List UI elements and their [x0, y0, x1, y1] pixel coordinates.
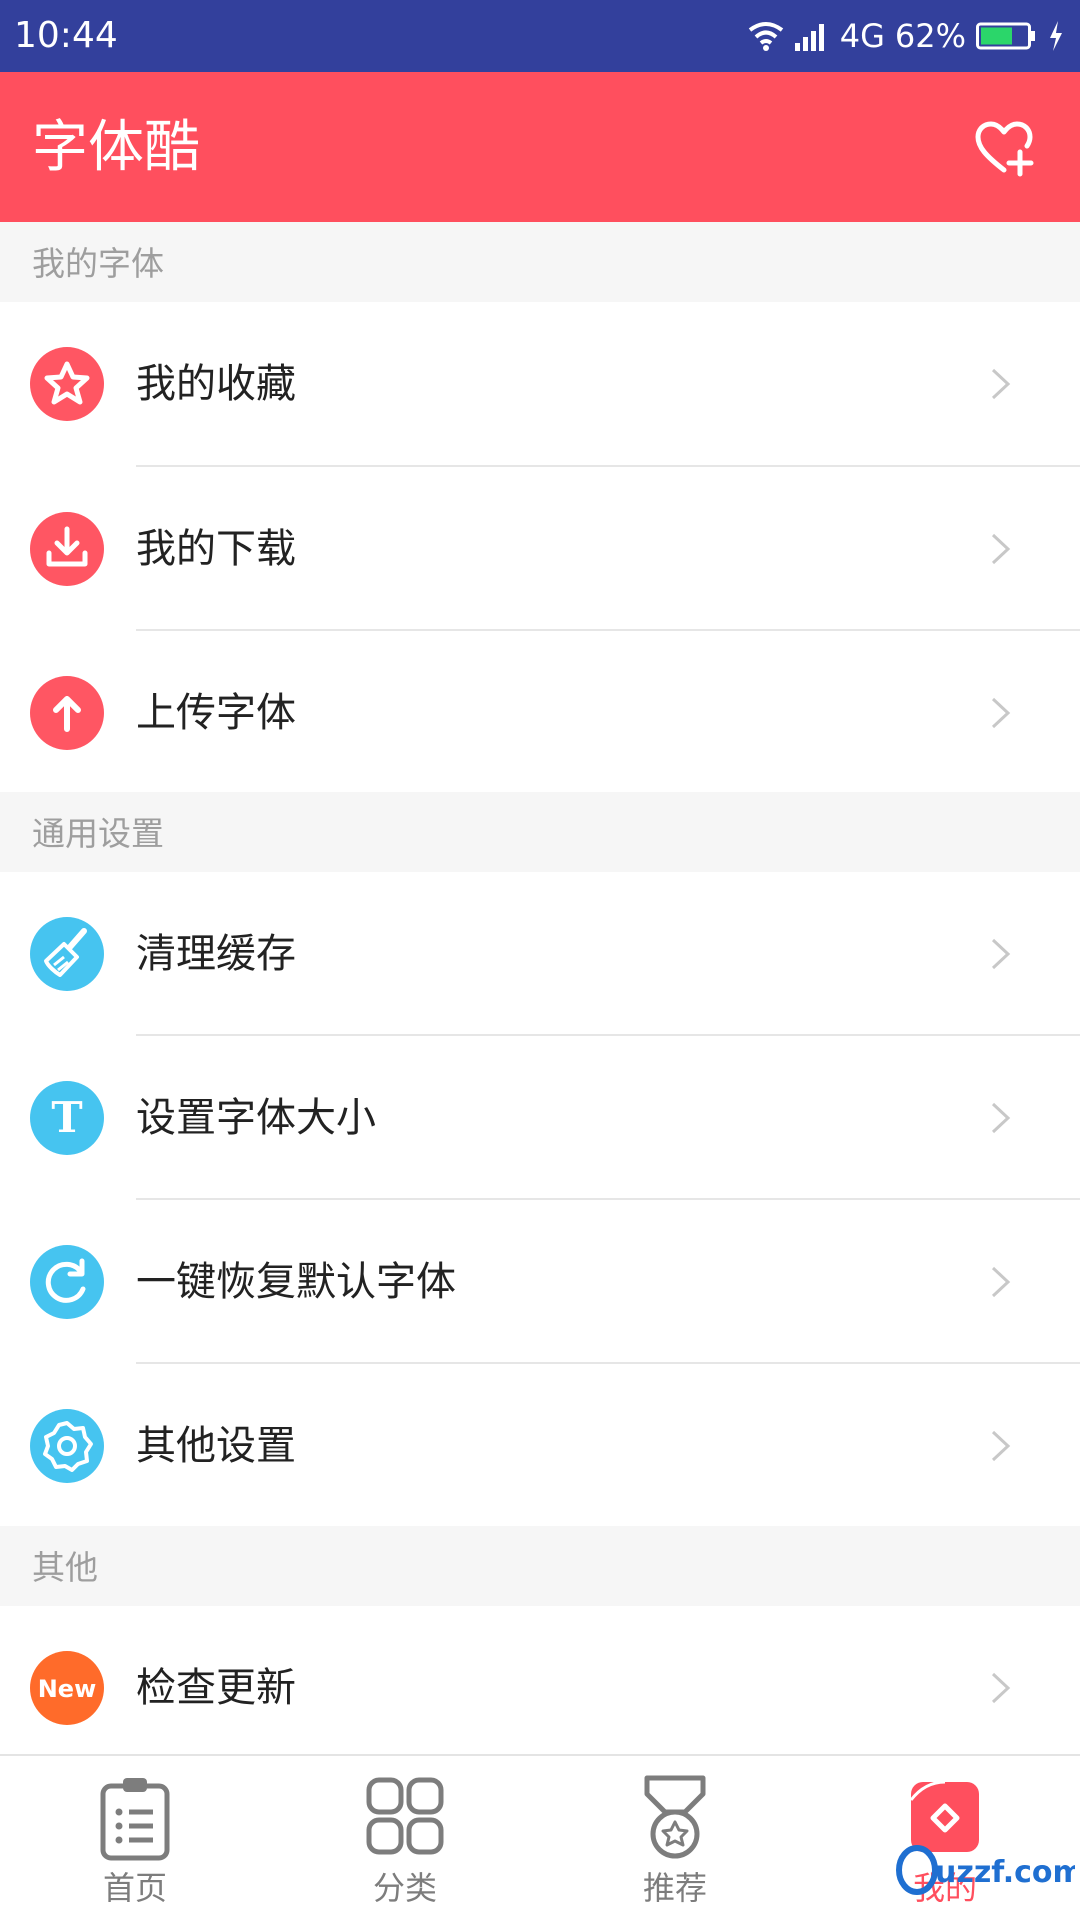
- font-t-icon: T: [30, 1081, 104, 1155]
- broom-icon: [30, 917, 104, 991]
- battery-icon: [976, 22, 1035, 50]
- menu-item-label: 我的收藏: [136, 361, 296, 407]
- charging-icon: [1050, 21, 1062, 51]
- section-header-general-settings: 通用设置: [0, 792, 1080, 872]
- grid-icon: [366, 1777, 444, 1855]
- battery-percent: 62%: [894, 17, 966, 55]
- star-icon: [30, 347, 104, 421]
- chevron-right-icon: [991, 1430, 1011, 1462]
- chevron-right-icon: [991, 697, 1011, 729]
- tab-label: 分类: [372, 1869, 437, 1907]
- menu-item-label: 一键恢复默认字体: [136, 1259, 456, 1305]
- tab-recommend[interactable]: 推荐: [540, 1756, 810, 1922]
- chevron-right-icon: [991, 533, 1011, 565]
- chevron-right-icon: [991, 938, 1011, 970]
- chevron-right-icon: [991, 1672, 1011, 1704]
- new-badge-text: New: [38, 1675, 97, 1703]
- chevron-right-icon: [991, 1266, 1011, 1298]
- section-title: 通用设置: [32, 814, 164, 853]
- menu-item-upload-font[interactable]: 上传字体: [0, 631, 1080, 795]
- tab-label: 推荐: [642, 1869, 707, 1907]
- menu-item-font-size[interactable]: T 设置字体大小: [0, 1036, 1080, 1200]
- watermark-text: uzzf.com: [935, 1855, 1075, 1890]
- chevron-right-icon: [991, 368, 1011, 400]
- section-header-my-fonts: 我的字体: [0, 222, 1080, 302]
- heart-plus-icon: [975, 121, 1034, 177]
- menu-item-label: 我的下载: [136, 526, 296, 572]
- favorite-add-button[interactable]: [972, 116, 1036, 180]
- upload-icon: [30, 676, 104, 750]
- download-icon: [30, 512, 104, 586]
- tab-home[interactable]: 首页: [0, 1756, 270, 1922]
- network-type: 4G: [839, 17, 885, 55]
- menu-item-check-update[interactable]: New 检查更新: [0, 1606, 1080, 1770]
- menu-item-restore-default-font[interactable]: 一键恢复默认字体: [0, 1200, 1080, 1364]
- section-title: 我的字体: [32, 244, 164, 283]
- watermark-logo: uzzf.com: [896, 1845, 1075, 1895]
- tab-label: 首页: [102, 1869, 167, 1907]
- app-bar: 字体酷: [0, 72, 1080, 222]
- tab-category[interactable]: 分类: [270, 1756, 540, 1922]
- new-badge-icon: New: [30, 1651, 104, 1725]
- app-title: 字体酷: [32, 115, 200, 180]
- menu-item-label: 清理缓存: [136, 931, 296, 977]
- status-bar: 10:44 4G 62%: [0, 0, 1080, 72]
- clipboard-icon: [100, 1778, 170, 1861]
- refresh-icon: [30, 1245, 104, 1319]
- wifi-icon: [748, 22, 783, 51]
- section-title: 其他: [32, 1548, 98, 1587]
- menu-item-label: 设置字体大小: [136, 1095, 376, 1141]
- menu-item-label: 上传字体: [136, 690, 296, 736]
- section-header-other: 其他: [0, 1526, 1080, 1606]
- chevron-right-icon: [991, 1102, 1011, 1134]
- menu-item-label: 其他设置: [136, 1423, 296, 1469]
- gear-icon: [30, 1409, 104, 1483]
- menu-item-downloads[interactable]: 我的下载: [0, 467, 1080, 631]
- menu-item-clear-cache[interactable]: 清理缓存: [0, 872, 1080, 1036]
- signal-icon: [794, 24, 824, 51]
- menu-item-other-settings[interactable]: 其他设置: [0, 1364, 1080, 1528]
- status-time: 10:44: [14, 15, 118, 56]
- medal-icon: [644, 1775, 706, 1859]
- svg-text:T: T: [51, 1093, 82, 1142]
- menu-item-favorites[interactable]: 我的收藏: [0, 302, 1080, 466]
- status-right: 4G 62%: [748, 14, 1064, 58]
- menu-item-label: 检查更新: [136, 1665, 296, 1711]
